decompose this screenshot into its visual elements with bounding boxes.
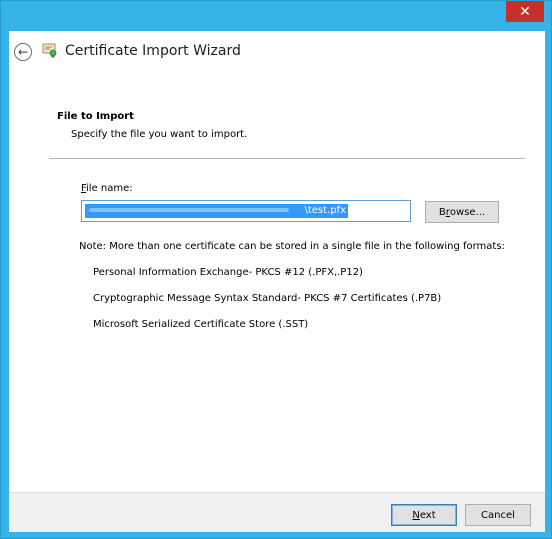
close-button[interactable]: ✕ [506,1,544,22]
wizard-title: Certificate Import Wizard [65,43,241,59]
back-button[interactable]: ← [14,43,32,61]
wizard-client-area: ← Certificate Import Wizard File to Impo… [9,31,545,532]
format-item-sst: Microsoft Serialized Certificate Store (… [93,319,309,330]
cancel-label: Cancel [481,509,515,521]
certificate-icon [42,43,57,58]
browse-label-rest: owse... [449,206,486,218]
browse-label-pre: B [438,206,446,218]
next-label-accel: N [412,509,420,521]
next-label-rest: ext [419,509,436,521]
header-divider [49,158,525,159]
format-item-p7b: Cryptographic Message Syntax Standard- P… [93,293,442,304]
format-item-pfx: Personal Information Exchange- PKCS #12 … [93,267,363,278]
redacted-path [89,208,289,212]
cancel-button[interactable]: Cancel [465,504,531,526]
file-name-label: File name: [81,183,133,194]
formats-note: Note: More than one certificate can be s… [79,241,505,252]
file-name-input[interactable]: \test.pfx [81,200,411,222]
file-name-label-rest: ile name: [86,183,133,194]
next-button[interactable]: Next [391,504,457,526]
file-name-value: \test.pfx [304,205,346,216]
section-subtitle: Specify the file you want to import. [71,129,248,140]
back-arrow-icon: ← [17,45,29,59]
wizard-header: ← Certificate Import Wizard [9,31,545,73]
browse-button[interactable]: Br owse... [425,201,499,223]
section-title: File to Import [57,111,134,122]
wizard-window: ✕ ← Certificate Import Wizard File to Im… [0,0,552,539]
file-name-selected-text: \test.pfx [85,204,348,218]
close-icon: ✕ [519,3,531,20]
wizard-footer: Next Cancel [9,492,545,532]
